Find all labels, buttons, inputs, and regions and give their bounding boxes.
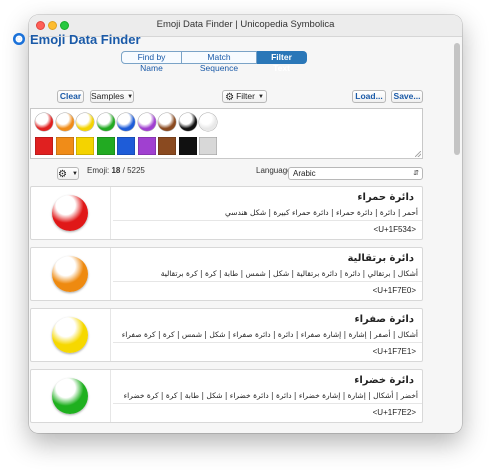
options-gear-button[interactable]: ⚙ ▼ [57, 167, 79, 180]
circle-swatch-icon[interactable] [178, 113, 197, 131]
emoji-codepoint: <U+1F7E2> [372, 408, 416, 417]
square-swatch-icon[interactable] [35, 137, 53, 155]
save-button[interactable]: Save... [391, 90, 423, 103]
emoji-name: دائرة صفراء [354, 314, 414, 325]
filter-text-area[interactable] [30, 108, 423, 159]
emoji-codepoint: <U+1F534> [373, 225, 416, 234]
samples-button[interactable]: Samples ▼ [90, 90, 134, 103]
emoji-count: Emoji: 18 / 5225 [87, 166, 145, 175]
square-swatch-icon[interactable] [96, 137, 115, 155]
emoji-keywords: أشكال | أصفر | إشارة | إشارة صفراء | دائ… [121, 330, 418, 339]
square-swatch-icon[interactable] [158, 137, 176, 155]
square-swatch-icon[interactable] [178, 137, 197, 155]
circle-swatch-icon[interactable] [117, 113, 135, 131]
resize-grip-icon[interactable] [415, 151, 421, 157]
emoji-keywords: أحمر | دائرة | دائرة حمراء | دائرة حمراء… [224, 208, 418, 217]
emoji-codepoint: <U+1F7E0> [372, 286, 416, 295]
tab-filter-text[interactable]: Filter Text [257, 51, 307, 73]
save-button-label: Save... [393, 91, 421, 101]
select-arrows-icon: ⇵ [413, 170, 419, 177]
circle-swatch-icon[interactable] [137, 113, 156, 131]
chevron-down-icon: ▼ [72, 171, 78, 177]
emoji-glyph-icon [52, 378, 88, 414]
circle-swatch-icon[interactable] [199, 113, 217, 131]
window-scrollbar[interactable] [451, 37, 462, 433]
language-select[interactable]: Arabic ⇵ [288, 167, 423, 180]
chevron-down-icon: ▼ [127, 94, 134, 100]
scroll-thumb[interactable] [454, 43, 460, 155]
tab-find-by-name[interactable]: Find by Name [121, 51, 182, 73]
results-list[interactable]: دائرة حمراء أحمر | دائرة | دائرة حمراء |… [30, 186, 423, 433]
emoji-image [31, 248, 111, 300]
emoji-keywords: أشكال | برتقالي | دائرة | دائرة برتقالية… [160, 269, 418, 278]
circle-swatch-icon[interactable] [55, 113, 74, 131]
square-swatch-icon[interactable] [137, 137, 156, 155]
emoji-codepoint: <U+1F7E1> [372, 347, 416, 356]
emoji-name: دائرة خضراء [354, 375, 414, 386]
divider [113, 220, 422, 221]
emoji-name: دائرة حمراء [357, 192, 414, 203]
circle-swatch-icon[interactable] [158, 113, 176, 131]
section-toggle-icon[interactable] [13, 33, 25, 45]
circle-swatch-icon[interactable] [96, 113, 115, 131]
chevron-down-icon: ▼ [257, 94, 264, 100]
square-swatch-icon[interactable] [76, 137, 94, 155]
filter-button[interactable]: ⚙ Filter ▼ [222, 90, 267, 103]
clear-button-label: Clear [59, 91, 82, 101]
tab-match-sequence[interactable]: Match Sequence [182, 51, 257, 73]
square-swatch-icon[interactable] [55, 137, 74, 155]
divider [113, 342, 422, 343]
language-select-value: Arabic [293, 169, 316, 178]
filter-button-label: Filter [236, 91, 255, 101]
result-card[interactable]: دائرة برتقالية أشكال | برتقالي | دائرة |… [30, 247, 423, 301]
samples-button-label: Samples [91, 91, 125, 101]
emoji-image [31, 370, 111, 422]
gear-icon: ⚙ [225, 92, 235, 103]
emoji-glyph-icon [52, 317, 88, 353]
result-card[interactable]: دائرة حمراء أحمر | دائرة | دائرة حمراء |… [30, 186, 423, 240]
load-button[interactable]: Load... [352, 90, 386, 103]
emoji-image [31, 309, 111, 361]
result-card[interactable]: دائرة صفراء أشكال | أصفر | إشارة | إشارة… [30, 308, 423, 362]
emoji-image [31, 187, 111, 239]
window-title: Emoji Data Finder | Unicopedia Symbolica [156, 19, 335, 30]
emoji-glyph-icon [52, 256, 88, 292]
result-card[interactable]: دائرة خضراء أخضر | أشكال | إشارة | إشارة… [30, 369, 423, 423]
emoji-count-total: 5225 [127, 166, 145, 175]
divider [113, 281, 422, 282]
circle-swatch-icon[interactable] [76, 113, 94, 131]
square-swatch-icon[interactable] [117, 137, 135, 155]
gear-icon: ⚙ [58, 169, 67, 180]
divider [113, 403, 422, 404]
emoji-keywords: أخضر | أشكال | إشارة | إشارة خضراء | دائ… [123, 391, 418, 400]
emoji-glyph-icon [52, 195, 88, 231]
emoji-name: دائرة برتقالية [347, 253, 414, 264]
circle-swatch-icon[interactable] [35, 113, 53, 131]
square-swatch-icon[interactable] [199, 137, 217, 155]
clear-button[interactable]: Clear [57, 90, 84, 103]
emoji-count-shown: 18 [111, 166, 121, 175]
app-title: Emoji Data Finder [30, 32, 141, 47]
load-button-label: Load... [355, 91, 383, 101]
emoji-count-separator: / [122, 166, 125, 175]
tab-bar: Find by Name Match Sequence Filter Text [121, 51, 307, 73]
emoji-count-label: Emoji: [87, 166, 110, 175]
